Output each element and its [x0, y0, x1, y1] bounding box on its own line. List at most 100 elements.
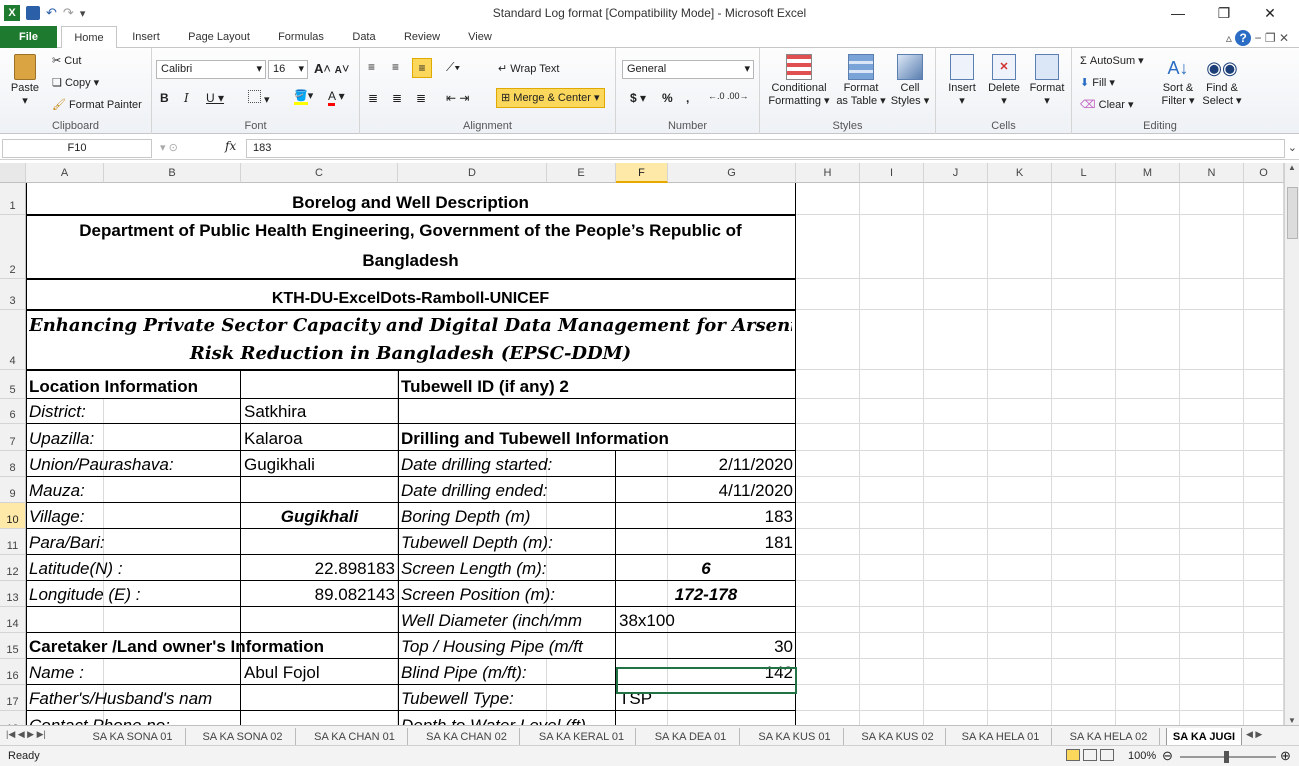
village-value[interactable]: Gugikhali [244, 507, 395, 528]
housing-pipe-value[interactable]: 30 [619, 637, 793, 658]
format-painter-button[interactable]: 🖌 Format Painter [52, 98, 142, 111]
formula-input[interactable]: 183 [246, 139, 1285, 158]
header-project-line2[interactable]: Risk Reduction in Bangladesh (EPSC-DDM) [29, 343, 792, 365]
village-label[interactable]: Village: [29, 507, 238, 528]
view-buttons[interactable] [1066, 749, 1115, 764]
row-header-7[interactable]: 7 [0, 424, 26, 451]
column-header-b[interactable]: B [104, 163, 241, 183]
cell-styles-button[interactable]: Cell Styles ▾ [888, 54, 932, 107]
column-header-d[interactable]: D [398, 163, 547, 183]
expand-formula-bar-button[interactable]: ⌄ [1288, 141, 1297, 154]
tubewell-depth-label[interactable]: Tubewell Depth (m): [401, 533, 613, 554]
insert-cells-button[interactable]: Insert ▾ [942, 54, 982, 107]
row-header-8[interactable]: 8 [0, 451, 26, 477]
name-label[interactable]: Name : [29, 663, 238, 684]
column-header-i[interactable]: I [860, 163, 924, 183]
header-project-line1[interactable]: Enhancing Private Sector Capacity and Di… [29, 315, 792, 337]
sheet-tab[interactable]: SA KA SONA 01 [80, 728, 186, 746]
column-header-n[interactable]: N [1180, 163, 1244, 183]
autosum-button[interactable]: Σ AutoSum ▾ [1080, 54, 1144, 67]
tubewell-type-label[interactable]: Tubewell Type: [401, 689, 613, 710]
housing-pipe-label[interactable]: Top / Housing Pipe (m/ft [401, 637, 613, 658]
copy-button[interactable]: ❏ Copy ▾ [52, 76, 99, 89]
header-partners[interactable]: KTH-DU-ExcelDots-Ramboll-UNICEF [29, 289, 792, 309]
row-header-10[interactable]: 10 [0, 503, 26, 529]
sort-filter-button[interactable]: A↓ Sort & Filter ▾ [1158, 54, 1198, 107]
italic-button[interactable]: I [184, 91, 189, 105]
screen-length-label[interactable]: Screen Length (m): [401, 559, 613, 580]
date-ended-label[interactable]: Date drilling ended: [401, 481, 613, 502]
sheet-tab[interactable]: SA KA CHAN 02 [414, 728, 520, 746]
comma-button[interactable]: , [686, 91, 689, 105]
sheet-tab[interactable]: SA KA KUS 01 [746, 728, 844, 746]
zoom-slider-thumb[interactable] [1224, 751, 1229, 763]
currency-button[interactable]: $ ▾ [630, 91, 646, 105]
screen-position-label[interactable]: Screen Position (m): [401, 585, 613, 606]
well-diameter-value[interactable]: 38x100 [619, 611, 793, 632]
vertical-scrollbar[interactable]: ▲ ▼ [1284, 163, 1299, 725]
row-header-15[interactable]: 15 [0, 633, 26, 659]
sheet-nav-buttons[interactable]: |◀ ◀ ▶ ▶| [6, 729, 46, 740]
tab-review[interactable]: Review [396, 26, 448, 48]
sheet-scroll-buttons[interactable]: ◀ ▶ [1246, 729, 1262, 740]
underline-button[interactable]: U ▾ [206, 91, 224, 105]
column-header-j[interactable]: J [924, 163, 988, 183]
conditional-formatting-button[interactable]: Conditional Formatting ▾ [766, 54, 832, 107]
row-header-12[interactable]: 12 [0, 555, 26, 581]
tab-home[interactable]: Home [61, 26, 117, 49]
sheet-tab[interactable]: SA KA HELA 02 [1058, 728, 1160, 746]
para-label[interactable]: Para/Bari: [29, 533, 238, 554]
paste-button[interactable]: Paste ▾ [8, 54, 42, 107]
column-header-l[interactable]: L [1052, 163, 1116, 183]
grow-font-button[interactable]: A˄ A˅ [314, 61, 349, 76]
column-header-a[interactable]: A [26, 163, 104, 183]
water-level-label[interactable]: Depth to Water Level (ft) [401, 716, 613, 725]
drilling-info-heading[interactable]: Drilling and Tubewell Information [401, 429, 793, 450]
boring-depth-value[interactable]: 183 [619, 507, 793, 528]
row-header-11[interactable]: 11 [0, 529, 26, 555]
percent-button[interactable]: % [662, 91, 673, 105]
font-size-dropdown[interactable]: 16 ▾ [268, 60, 308, 79]
tubewell-id-heading[interactable]: Tubewell ID (if any) 2 [401, 377, 793, 398]
page-break-view-icon[interactable] [1100, 749, 1115, 761]
tab-formulas[interactable]: Formulas [268, 26, 334, 48]
fill-button[interactable]: ⬇ Fill ▾ [1080, 76, 1115, 89]
well-diameter-label[interactable]: Well Diameter (inch/mm [401, 611, 613, 632]
clear-button[interactable]: ⌫ Clear ▾ [1080, 98, 1134, 111]
sheet-tab[interactable]: SA KA SONA 02 [190, 728, 296, 746]
help-icon[interactable]: ? [1235, 30, 1252, 46]
font-name-dropdown[interactable]: Calibri ▾ [156, 60, 266, 79]
tubewell-depth-value[interactable]: 181 [619, 533, 793, 554]
upazilla-value[interactable]: Kalaroa [244, 429, 395, 450]
align-center-button[interactable]: ≣ [392, 91, 402, 105]
cut-button[interactable]: ✂ Cut [52, 54, 81, 67]
blind-pipe-value[interactable]: 142 [619, 663, 793, 684]
orientation-button[interactable]: ⟋▾ [446, 60, 460, 75]
row-header-13[interactable]: 13 [0, 581, 26, 607]
normal-view-icon[interactable] [1066, 749, 1080, 761]
row-header-16[interactable]: 16 [0, 659, 26, 685]
row-header-1[interactable]: 1 [0, 183, 26, 215]
blind-pipe-label[interactable]: Blind Pipe (m/ft): [401, 663, 613, 684]
sheet-tab[interactable]: SA KA HELA 01 [950, 728, 1052, 746]
union-value[interactable]: Gugikhali [244, 455, 395, 476]
row-header-6[interactable]: 6 [0, 399, 26, 424]
sheet-tab[interactable]: SA KA DEA 01 [642, 728, 740, 746]
father-name-label[interactable]: Father's/Husband's nam [29, 689, 238, 710]
location-info-heading[interactable]: Location Information [29, 377, 238, 398]
column-header-m[interactable]: M [1116, 163, 1180, 183]
zoom-level[interactable]: 100% [1128, 750, 1156, 762]
row-header-17[interactable]: 17 [0, 685, 26, 711]
page-layout-view-icon[interactable] [1083, 749, 1098, 761]
date-ended-value[interactable]: 4/11/2020 [619, 481, 793, 502]
name-box[interactable]: F10 [2, 139, 152, 158]
tab-page-layout[interactable]: Page Layout [180, 26, 258, 48]
district-label[interactable]: District: [29, 402, 238, 423]
scroll-up-icon[interactable]: ▲ [1285, 163, 1299, 177]
row-header-3[interactable]: 3 [0, 279, 26, 310]
wrap-text-button[interactable]: ↵ Wrap Text [498, 62, 559, 75]
sheet-tab[interactable]: SA KA KERAL 01 [528, 728, 636, 746]
top-align-button[interactable]: ≡ [368, 60, 375, 74]
tab-insert[interactable]: Insert [122, 26, 170, 48]
tab-data[interactable]: Data [342, 26, 386, 48]
